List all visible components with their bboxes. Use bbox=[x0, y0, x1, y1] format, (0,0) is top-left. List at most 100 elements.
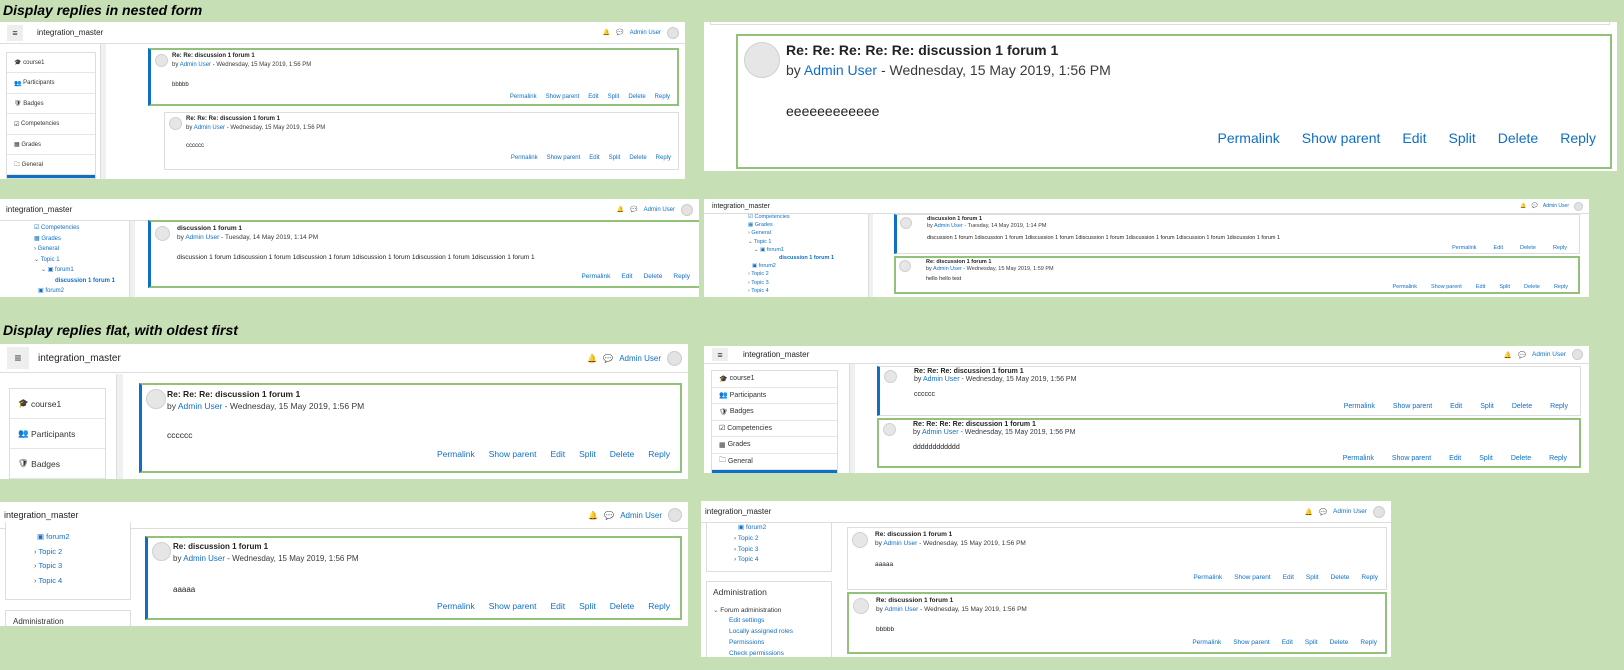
reply-link[interactable]: Reply bbox=[648, 601, 670, 611]
tree-general[interactable]: › General bbox=[748, 229, 834, 237]
user-name[interactable]: Admin User bbox=[630, 30, 661, 36]
edit-link[interactable]: Edit bbox=[621, 273, 632, 280]
nav-item-badges[interactable]: 🛡 Badges bbox=[10, 449, 105, 479]
site-name[interactable]: integration_master bbox=[38, 353, 121, 364]
edit-link[interactable]: Edit bbox=[1494, 245, 1503, 251]
show-parent-link[interactable]: Show parent bbox=[489, 601, 537, 611]
user-avatar[interactable] bbox=[1574, 201, 1583, 211]
show-parent-link[interactable]: Show parent bbox=[547, 155, 581, 161]
edit-link[interactable]: Edit bbox=[1449, 455, 1461, 462]
site-name[interactable]: integration_master bbox=[4, 510, 79, 520]
reply-link[interactable]: Reply bbox=[673, 273, 690, 280]
chat-icon[interactable]: 💬 bbox=[604, 511, 614, 520]
reply-link[interactable]: Reply bbox=[1560, 130, 1596, 146]
tree-topic4[interactable]: › Topic 4 bbox=[34, 574, 70, 589]
author-link[interactable]: Admin User bbox=[933, 266, 962, 272]
delete-link[interactable]: Delete bbox=[1511, 455, 1531, 462]
split-link[interactable]: Split bbox=[579, 601, 596, 611]
site-name[interactable]: integration_master bbox=[705, 507, 771, 516]
user-name[interactable]: Admin User bbox=[1532, 351, 1566, 358]
permalink-link[interactable]: Permalink bbox=[1192, 639, 1221, 646]
nav-item-participants[interactable]: 👥 Participants bbox=[712, 388, 837, 404]
tree-topic1[interactable]: ⌄ Topic 1 bbox=[748, 238, 834, 246]
chat-icon[interactable]: 💬 bbox=[616, 29, 623, 36]
permalink-link[interactable]: Permalink bbox=[1393, 284, 1417, 290]
bell-icon[interactable]: 🔔 bbox=[588, 511, 598, 520]
delete-link[interactable]: Delete bbox=[644, 273, 663, 280]
split-link[interactable]: Split bbox=[1306, 574, 1319, 581]
bell-icon[interactable]: 🔔 bbox=[1520, 203, 1526, 209]
show-parent-link[interactable]: Show parent bbox=[1302, 130, 1381, 146]
user-avatar[interactable] bbox=[681, 203, 693, 216]
author-link[interactable]: Admin User bbox=[804, 62, 877, 78]
edit-link[interactable]: Edit bbox=[1450, 403, 1462, 410]
admin-link-roles[interactable]: Locally assigned roles bbox=[729, 628, 793, 635]
admin-link-edit-settings[interactable]: Edit settings bbox=[729, 617, 764, 624]
site-name[interactable]: integration_master bbox=[6, 205, 72, 214]
edit-link[interactable]: Edit bbox=[1402, 130, 1426, 146]
tree-grades[interactable]: ▦ Grades bbox=[34, 234, 115, 245]
show-parent-link[interactable]: Show parent bbox=[546, 94, 580, 100]
reply-link[interactable]: Reply bbox=[1554, 284, 1568, 290]
tree-topic2[interactable]: › Topic 2 bbox=[734, 534, 766, 545]
chat-icon[interactable]: 💬 bbox=[1532, 203, 1538, 209]
split-link[interactable]: Split bbox=[579, 449, 596, 459]
menu-toggle-button[interactable]: ≡ bbox=[7, 347, 29, 369]
reply-link[interactable]: Reply bbox=[655, 94, 670, 100]
tree-topic4[interactable]: › Topic 4 bbox=[734, 555, 766, 566]
delete-link[interactable]: Delete bbox=[610, 449, 635, 459]
split-link[interactable]: Split bbox=[608, 94, 620, 100]
user-name[interactable]: Admin User bbox=[644, 207, 675, 213]
user-name[interactable]: Admin User bbox=[1333, 508, 1367, 515]
permalink-link[interactable]: Permalink bbox=[511, 155, 538, 161]
user-name[interactable]: Admin User bbox=[1543, 203, 1569, 209]
tree-grades[interactable]: ▦ Grades bbox=[748, 221, 834, 229]
menu-toggle-button[interactable]: ≡ bbox=[7, 24, 23, 41]
split-link[interactable]: Split bbox=[1480, 403, 1494, 410]
tree-topic3[interactable]: › Topic 3 bbox=[748, 279, 834, 287]
tree-competencies[interactable]: ☑ Competencies bbox=[748, 213, 834, 221]
permalink-link[interactable]: Permalink bbox=[581, 273, 610, 280]
scrollbar[interactable] bbox=[100, 44, 106, 179]
show-parent-link[interactable]: Show parent bbox=[1393, 403, 1432, 410]
nav-item-course1[interactable]: 🎓 course1 bbox=[10, 389, 105, 419]
tree-topic2[interactable]: › Topic 2 bbox=[34, 545, 70, 560]
split-link[interactable]: Split bbox=[609, 155, 621, 161]
bell-icon[interactable]: 🔔 bbox=[1305, 508, 1313, 516]
author-link[interactable]: Admin User bbox=[185, 234, 219, 241]
delete-link[interactable]: Delete bbox=[1331, 574, 1350, 581]
author-link[interactable]: Admin User bbox=[934, 223, 963, 229]
delete-link[interactable]: Delete bbox=[1512, 403, 1532, 410]
tree-forum1[interactable]: ⌄ ▣ forum1 bbox=[34, 265, 115, 276]
split-link[interactable]: Split bbox=[1449, 130, 1476, 146]
user-avatar[interactable] bbox=[668, 508, 682, 522]
bell-icon[interactable]: 🔔 bbox=[603, 29, 610, 36]
scrollbar[interactable] bbox=[129, 221, 135, 297]
tree-discussion[interactable]: discussion 1 forum 1 bbox=[748, 254, 834, 262]
edit-link[interactable]: Edit bbox=[588, 94, 598, 100]
tree-competencies[interactable]: ☑ Competencies bbox=[34, 223, 115, 234]
reply-link[interactable]: Reply bbox=[656, 155, 671, 161]
split-link[interactable]: Split bbox=[1479, 455, 1493, 462]
tree-general[interactable]: › General bbox=[34, 244, 115, 255]
edit-link[interactable]: Edit bbox=[550, 449, 565, 459]
author-link[interactable]: Admin User bbox=[183, 554, 225, 563]
nav-item-competencies[interactable]: ☑ Competencies bbox=[7, 114, 95, 135]
edit-link[interactable]: Edit bbox=[550, 601, 565, 611]
delete-link[interactable]: Delete bbox=[610, 601, 635, 611]
nav-item-course1[interactable]: 🎓 course1 bbox=[712, 371, 837, 388]
permalink-link[interactable]: Permalink bbox=[1343, 455, 1374, 462]
nav-item-participants[interactable]: 👥 Participants bbox=[10, 419, 105, 449]
nav-item-grades[interactable]: ▦ Grades bbox=[712, 437, 837, 454]
scrollbar[interactable] bbox=[849, 364, 855, 473]
show-parent-link[interactable]: Show parent bbox=[1233, 639, 1270, 646]
tree-forum2[interactable]: ▣ forum2 bbox=[748, 262, 834, 270]
tree-topic1[interactable]: ⌄ Topic 1 bbox=[34, 255, 115, 266]
show-parent-link[interactable]: Show parent bbox=[489, 449, 537, 459]
show-parent-link[interactable]: Show parent bbox=[1392, 455, 1431, 462]
user-avatar[interactable] bbox=[667, 350, 682, 366]
site-name[interactable]: integration_master bbox=[743, 350, 809, 359]
author-link[interactable]: Admin User bbox=[178, 401, 222, 411]
author-link[interactable]: Admin User bbox=[884, 606, 918, 613]
tree-forum2[interactable]: ▣ forum2 bbox=[34, 286, 115, 297]
